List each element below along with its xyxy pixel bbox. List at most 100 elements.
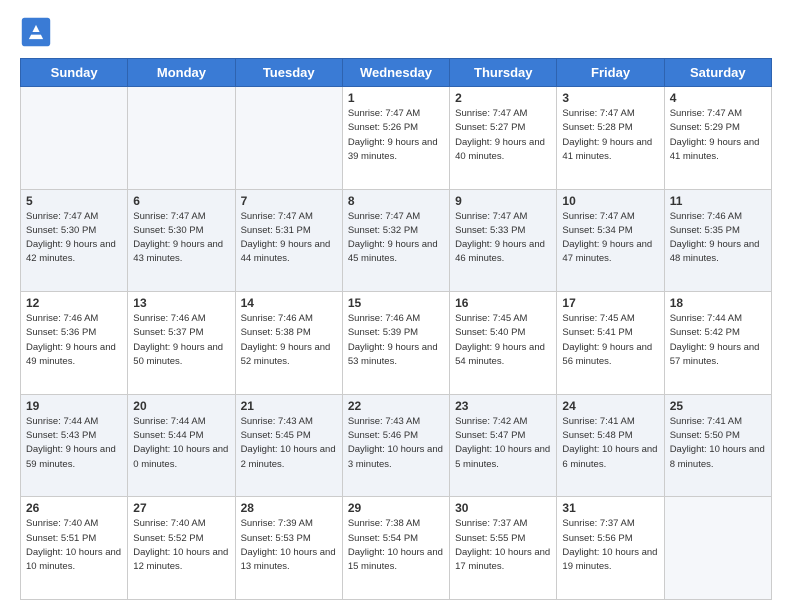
calendar-cell: 11Sunrise: 7:46 AMSunset: 5:35 PMDayligh… bbox=[664, 189, 771, 292]
day-info: Sunrise: 7:45 AMSunset: 5:40 PMDaylight:… bbox=[455, 312, 551, 369]
day-number: 26 bbox=[26, 501, 122, 515]
day-info: Sunrise: 7:38 AMSunset: 5:54 PMDaylight:… bbox=[348, 517, 444, 574]
calendar-cell: 4 Sunrise: 7:47 AMSunset: 5:29 PMDaylight… bbox=[664, 87, 771, 190]
calendar-cell bbox=[21, 87, 128, 190]
day-header-sunday: Sunday bbox=[21, 59, 128, 87]
calendar-cell: 28 Sunrise: 7:39 AMSunset: 5:53 PMDayligh… bbox=[235, 497, 342, 600]
day-info: Sunrise: 7:37 AMSunset: 5:55 PMDaylight:… bbox=[455, 517, 551, 574]
day-number: 10 bbox=[562, 194, 658, 208]
calendar-cell: 18 Sunrise: 7:44 AMSunset: 5:42 PMDayligh… bbox=[664, 292, 771, 395]
day-info: Sunrise: 7:47 AMSunset: 5:27 PMDaylight:… bbox=[455, 107, 551, 164]
day-number: 13 bbox=[133, 296, 229, 310]
logo-icon bbox=[20, 16, 52, 48]
calendar-cell: 25 Sunrise: 7:41 AMSunset: 5:50 PMDayligh… bbox=[664, 394, 771, 497]
day-number: 11 bbox=[670, 194, 766, 208]
day-info: Sunrise: 7:45 AMSunset: 5:41 PMDaylight:… bbox=[562, 312, 658, 369]
day-info: Sunrise: 7:46 AMSunset: 5:39 PMDaylight:… bbox=[348, 312, 444, 369]
calendar-cell: 15 Sunrise: 7:46 AMSunset: 5:39 PMDayligh… bbox=[342, 292, 449, 395]
calendar-cell: 30Sunrise: 7:37 AMSunset: 5:55 PMDayligh… bbox=[450, 497, 557, 600]
day-number: 16 bbox=[455, 296, 551, 310]
day-info: Sunrise: 7:40 AMSunset: 5:51 PMDaylight:… bbox=[26, 517, 122, 574]
day-info: Sunrise: 7:47 AMSunset: 5:34 PMDaylight:… bbox=[562, 210, 658, 267]
day-number: 17 bbox=[562, 296, 658, 310]
day-header-monday: Monday bbox=[128, 59, 235, 87]
calendar-cell: 8 Sunrise: 7:47 AMSunset: 5:32 PMDaylight… bbox=[342, 189, 449, 292]
calendar-cell: 14 Sunrise: 7:46 AMSunset: 5:38 PMDayligh… bbox=[235, 292, 342, 395]
calendar-cell: 21Sunrise: 7:43 AMSunset: 5:45 PMDayligh… bbox=[235, 394, 342, 497]
calendar-cell: 20 Sunrise: 7:44 AMSunset: 5:44 PMDayligh… bbox=[128, 394, 235, 497]
day-number: 5 bbox=[26, 194, 122, 208]
logo bbox=[20, 16, 58, 48]
calendar-cell: 1 Sunrise: 7:47 AMSunset: 5:26 PMDaylight… bbox=[342, 87, 449, 190]
day-info: Sunrise: 7:47 AMSunset: 5:33 PMDaylight:… bbox=[455, 210, 551, 267]
day-header-thursday: Thursday bbox=[450, 59, 557, 87]
day-number: 9 bbox=[455, 194, 551, 208]
day-header-friday: Friday bbox=[557, 59, 664, 87]
day-number: 2 bbox=[455, 91, 551, 105]
day-number: 23 bbox=[455, 399, 551, 413]
calendar-cell: 13Sunrise: 7:46 AMSunset: 5:37 PMDayligh… bbox=[128, 292, 235, 395]
day-info: Sunrise: 7:44 AMSunset: 5:44 PMDaylight:… bbox=[133, 415, 229, 472]
calendar-cell: 31 Sunrise: 7:37 AMSunset: 5:56 PMDayligh… bbox=[557, 497, 664, 600]
calendar-header-row: SundayMondayTuesdayWednesdayThursdayFrid… bbox=[21, 59, 772, 87]
day-number: 25 bbox=[670, 399, 766, 413]
day-number: 4 bbox=[670, 91, 766, 105]
calendar-cell: 6 Sunrise: 7:47 AMSunset: 5:30 PMDaylight… bbox=[128, 189, 235, 292]
day-info: Sunrise: 7:47 AMSunset: 5:30 PMDaylight:… bbox=[26, 210, 122, 267]
day-info: Sunrise: 7:47 AMSunset: 5:29 PMDaylight:… bbox=[670, 107, 766, 164]
day-number: 22 bbox=[348, 399, 444, 413]
day-number: 28 bbox=[241, 501, 337, 515]
day-number: 12 bbox=[26, 296, 122, 310]
week-row-3: 12 Sunrise: 7:46 AMSunset: 5:36 PMDayligh… bbox=[21, 292, 772, 395]
calendar-cell bbox=[235, 87, 342, 190]
calendar-cell: 7Sunrise: 7:47 AMSunset: 5:31 PMDaylight… bbox=[235, 189, 342, 292]
calendar-cell bbox=[664, 497, 771, 600]
day-info: Sunrise: 7:42 AMSunset: 5:47 PMDaylight:… bbox=[455, 415, 551, 472]
calendar-table: SundayMondayTuesdayWednesdayThursdayFrid… bbox=[20, 58, 772, 600]
day-info: Sunrise: 7:37 AMSunset: 5:56 PMDaylight:… bbox=[562, 517, 658, 574]
day-number: 31 bbox=[562, 501, 658, 515]
day-info: Sunrise: 7:43 AMSunset: 5:46 PMDaylight:… bbox=[348, 415, 444, 472]
day-header-saturday: Saturday bbox=[664, 59, 771, 87]
day-info: Sunrise: 7:47 AMSunset: 5:26 PMDaylight:… bbox=[348, 107, 444, 164]
calendar-cell: 26 Sunrise: 7:40 AMSunset: 5:51 PMDayligh… bbox=[21, 497, 128, 600]
day-number: 8 bbox=[348, 194, 444, 208]
day-info: Sunrise: 7:44 AMSunset: 5:42 PMDaylight:… bbox=[670, 312, 766, 369]
day-info: Sunrise: 7:44 AMSunset: 5:43 PMDaylight:… bbox=[26, 415, 122, 472]
calendar-cell: 5 Sunrise: 7:47 AMSunset: 5:30 PMDaylight… bbox=[21, 189, 128, 292]
day-info: Sunrise: 7:46 AMSunset: 5:36 PMDaylight:… bbox=[26, 312, 122, 369]
day-info: Sunrise: 7:47 AMSunset: 5:30 PMDaylight:… bbox=[133, 210, 229, 267]
calendar-cell bbox=[128, 87, 235, 190]
day-header-tuesday: Tuesday bbox=[235, 59, 342, 87]
day-number: 15 bbox=[348, 296, 444, 310]
week-row-5: 26 Sunrise: 7:40 AMSunset: 5:51 PMDayligh… bbox=[21, 497, 772, 600]
day-number: 1 bbox=[348, 91, 444, 105]
day-info: Sunrise: 7:39 AMSunset: 5:53 PMDaylight:… bbox=[241, 517, 337, 574]
day-header-wednesday: Wednesday bbox=[342, 59, 449, 87]
day-info: Sunrise: 7:47 AMSunset: 5:32 PMDaylight:… bbox=[348, 210, 444, 267]
calendar-cell: 23 Sunrise: 7:42 AMSunset: 5:47 PMDayligh… bbox=[450, 394, 557, 497]
day-info: Sunrise: 7:41 AMSunset: 5:48 PMDaylight:… bbox=[562, 415, 658, 472]
page: SundayMondayTuesdayWednesdayThursdayFrid… bbox=[0, 0, 792, 612]
day-info: Sunrise: 7:46 AMSunset: 5:38 PMDaylight:… bbox=[241, 312, 337, 369]
day-number: 14 bbox=[241, 296, 337, 310]
calendar-cell: 10 Sunrise: 7:47 AMSunset: 5:34 PMDayligh… bbox=[557, 189, 664, 292]
calendar-cell: 29Sunrise: 7:38 AMSunset: 5:54 PMDayligh… bbox=[342, 497, 449, 600]
day-info: Sunrise: 7:41 AMSunset: 5:50 PMDaylight:… bbox=[670, 415, 766, 472]
week-row-1: 1 Sunrise: 7:47 AMSunset: 5:26 PMDaylight… bbox=[21, 87, 772, 190]
day-number: 19 bbox=[26, 399, 122, 413]
week-row-2: 5 Sunrise: 7:47 AMSunset: 5:30 PMDaylight… bbox=[21, 189, 772, 292]
day-number: 7 bbox=[241, 194, 337, 208]
calendar-cell: 19 Sunrise: 7:44 AMSunset: 5:43 PMDayligh… bbox=[21, 394, 128, 497]
calendar-cell: 27Sunrise: 7:40 AMSunset: 5:52 PMDayligh… bbox=[128, 497, 235, 600]
calendar-cell: 17 Sunrise: 7:45 AMSunset: 5:41 PMDayligh… bbox=[557, 292, 664, 395]
day-number: 6 bbox=[133, 194, 229, 208]
calendar-cell: 3Sunrise: 7:47 AMSunset: 5:28 PMDaylight… bbox=[557, 87, 664, 190]
day-number: 21 bbox=[241, 399, 337, 413]
day-number: 27 bbox=[133, 501, 229, 515]
day-number: 20 bbox=[133, 399, 229, 413]
day-number: 18 bbox=[670, 296, 766, 310]
week-row-4: 19 Sunrise: 7:44 AMSunset: 5:43 PMDayligh… bbox=[21, 394, 772, 497]
day-info: Sunrise: 7:47 AMSunset: 5:28 PMDaylight:… bbox=[562, 107, 658, 164]
calendar-cell: 9 Sunrise: 7:47 AMSunset: 5:33 PMDaylight… bbox=[450, 189, 557, 292]
